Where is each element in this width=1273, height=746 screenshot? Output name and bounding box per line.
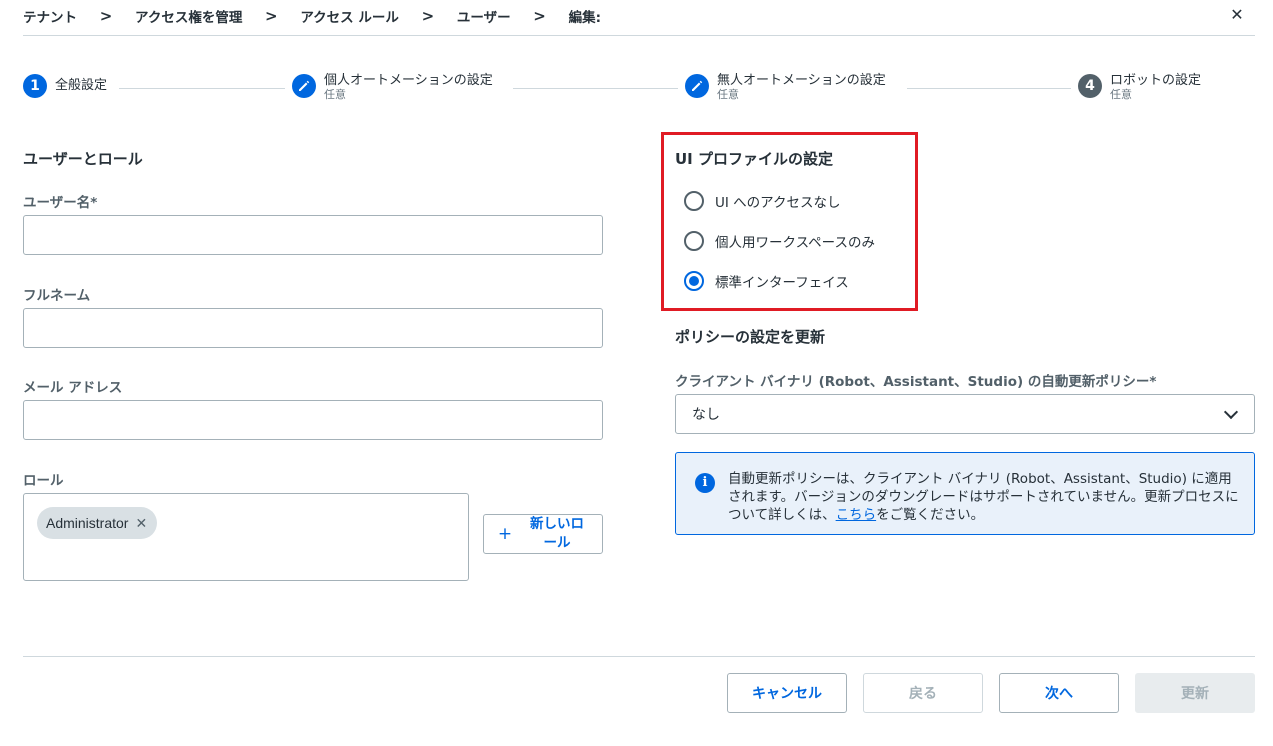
next-button[interactable]: 次へ <box>999 673 1119 713</box>
step-connector <box>513 88 678 89</box>
fullname-input[interactable] <box>23 308 603 348</box>
breadcrumb-item-users[interactable]: ユーザー <box>457 6 511 26</box>
new-role-button-label: 新しいロール <box>530 516 584 551</box>
info-icon: i <box>695 473 715 493</box>
radio-option-personal-workspace-only[interactable]: 個人用ワークスペースのみ <box>684 231 875 251</box>
step-optional-label: 任意 <box>324 88 346 101</box>
client-binaries-policy-label: クライアント バイナリ (Robot、Assistant、Studio) の自動… <box>675 374 1157 390</box>
update-policy-selected-value: なし <box>692 407 720 423</box>
email-input[interactable] <box>23 400 603 440</box>
radio-option-standard-interface[interactable]: 標準インターフェイス <box>684 271 849 291</box>
radio-label: UI へのアクセスなし <box>715 195 841 211</box>
roles-label: ロール <box>23 473 64 489</box>
step-number-icon: 4 <box>1078 74 1102 98</box>
breadcrumb-item-edit: 編集: <box>568 10 601 26</box>
close-icon[interactable]: ✕ <box>1227 4 1247 26</box>
step-personal-automation[interactable]: 個人オートメーションの設定 任意 <box>292 74 493 102</box>
step-unattended-automation[interactable]: 無人オートメーションの設定 任意 <box>685 74 886 102</box>
step-robot-settings[interactable]: 4 ロボットの設定 任意 <box>1078 74 1201 102</box>
radio-button[interactable] <box>684 231 704 251</box>
radio-label: 個人用ワークスペースのみ <box>715 235 875 251</box>
wizard-stepper: 1 全般設定 個人オートメーションの設定 任意 無人オートメーションの設定 任意… <box>23 68 1255 108</box>
username-label: ユーザー名* <box>23 195 98 211</box>
pencil-icon <box>685 74 709 98</box>
email-label: メール アドレス <box>23 380 123 396</box>
radio-button[interactable] <box>684 191 704 211</box>
radio-label: 標準インターフェイス <box>715 275 849 291</box>
step-connector <box>907 88 1071 89</box>
radio-button-selected[interactable] <box>684 271 704 291</box>
username-input[interactable] <box>23 215 603 255</box>
back-button[interactable]: 戻る <box>863 673 983 713</box>
fullname-label: フルネーム <box>23 288 91 304</box>
breadcrumb: テナント > アクセス権を管理 > アクセス ルール > ユーザー > 編集: <box>23 6 601 26</box>
section-title-update-policy: ポリシーの設定を更新 <box>675 328 826 346</box>
plus-icon: + <box>497 524 513 544</box>
update-button[interactable]: 更新 <box>1135 673 1255 713</box>
breadcrumb-separator-icon: > <box>99 7 113 25</box>
update-policy-select[interactable]: なし <box>675 394 1255 434</box>
footer-divider <box>23 656 1255 657</box>
step-optional-label: 任意 <box>717 88 739 101</box>
pencil-icon <box>292 74 316 98</box>
role-chip-administrator: Administrator ✕ <box>37 507 158 539</box>
breadcrumb-item-tenant[interactable]: テナント <box>23 6 77 26</box>
info-text-tail: をご覧ください。 <box>876 507 985 523</box>
section-title-users-roles: ユーザーとロール <box>23 150 143 168</box>
breadcrumb-item-access-rules[interactable]: アクセス ルール <box>300 6 399 26</box>
roles-input[interactable]: Administrator ✕ <box>23 493 469 581</box>
breadcrumb-separator-icon: > <box>421 7 435 25</box>
cancel-button[interactable]: キャンセル <box>727 673 847 713</box>
step-label: 個人オートメーションの設定 <box>324 73 493 88</box>
breadcrumb-separator-icon: > <box>265 7 278 25</box>
header-bar: テナント > アクセス権を管理 > アクセス ルール > ユーザー > 編集: … <box>23 0 1255 36</box>
step-label: 全般設定 <box>55 78 108 93</box>
step-general-settings[interactable]: 1 全般設定 <box>23 74 107 98</box>
info-banner: i 自動更新ポリシーは、クライアント バイナリ (Robot、Assistant… <box>675 452 1255 535</box>
breadcrumb-item-manage-access[interactable]: アクセス権を管理 <box>135 6 242 26</box>
role-chip-label: Administrator <box>46 515 129 531</box>
radio-option-no-ui-access[interactable]: UI へのアクセスなし <box>684 191 840 211</box>
breadcrumb-separator-icon: > <box>533 7 546 25</box>
step-label: ロボットの設定 <box>1110 73 1202 88</box>
remove-role-icon[interactable]: ✕ <box>135 515 147 532</box>
step-optional-label: 任意 <box>1110 88 1132 101</box>
step-number-icon: 1 <box>23 74 47 98</box>
step-label: 無人オートメーションの設定 <box>717 73 886 88</box>
section-title-ui-profile: UI プロファイルの設定 <box>675 150 833 168</box>
step-connector <box>119 88 285 89</box>
chevron-down-icon <box>1223 404 1239 419</box>
new-role-button[interactable]: + 新しいロール <box>483 514 603 554</box>
info-banner-text: 自動更新ポリシーは、クライアント バイナリ (Robot、Assistant、S… <box>728 470 1240 524</box>
info-link-here[interactable]: こちら <box>836 507 877 523</box>
